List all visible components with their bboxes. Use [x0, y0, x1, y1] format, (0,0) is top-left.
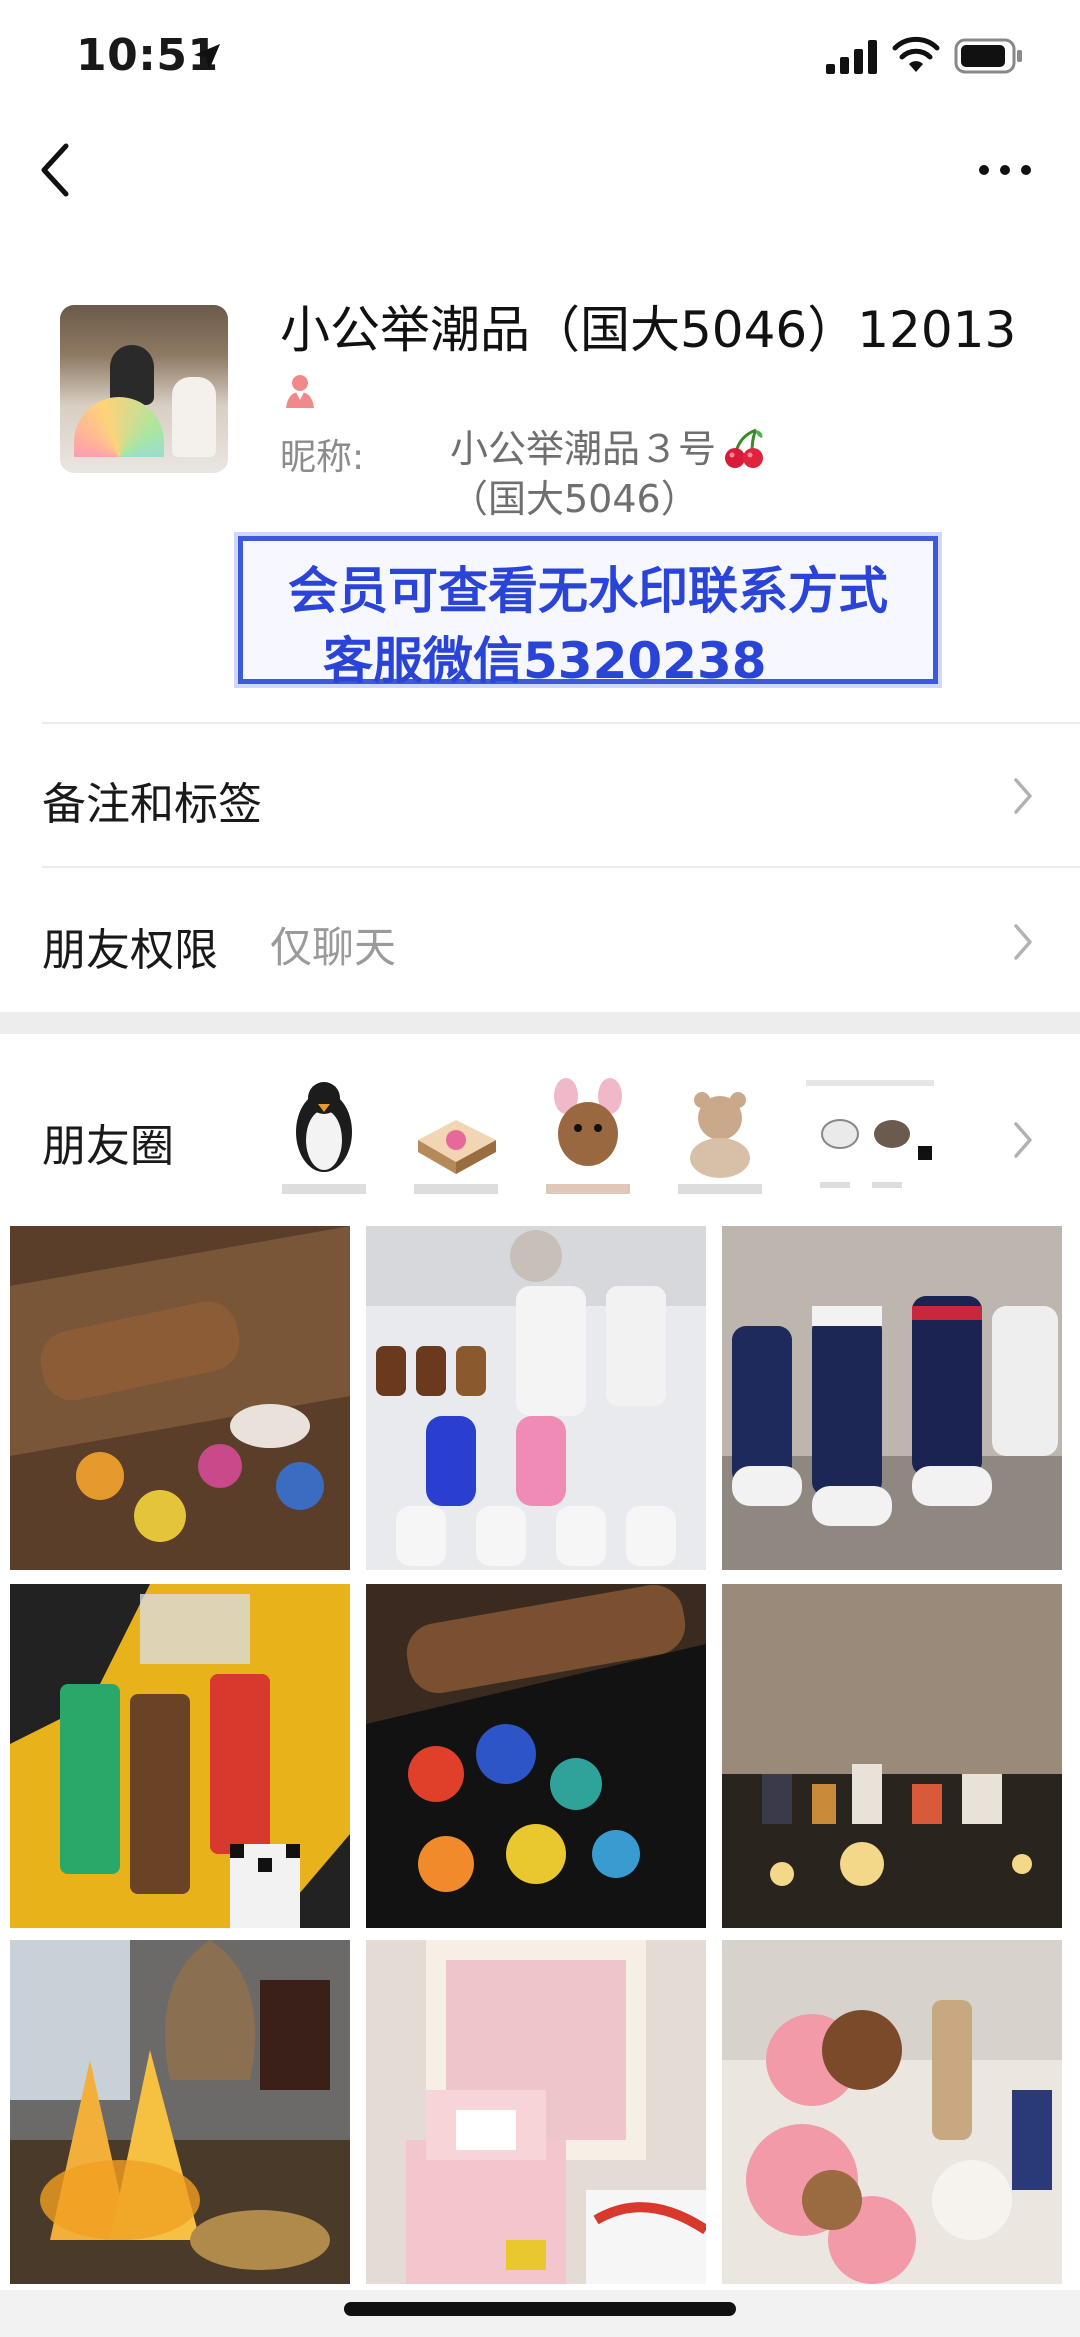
profile-name: 小公举潮品（国大5046）12013 — [280, 301, 1017, 359]
battery-icon — [954, 38, 1022, 74]
wifi-icon — [892, 36, 940, 72]
nickname-label: 昵称: — [280, 437, 365, 478]
photo-tile[interactable] — [366, 1940, 706, 2284]
photo-tile[interactable] — [366, 1584, 706, 1928]
cherry-icon — [725, 428, 764, 468]
notes-tags-label: 备注和标签 — [42, 779, 262, 830]
gender-female-icon — [286, 375, 314, 408]
moments-thumb-masks — [800, 1070, 940, 1200]
photo-tile[interactable] — [10, 1940, 350, 2284]
more-options-icon[interactable] — [978, 158, 1032, 182]
location-arrow-icon — [194, 44, 220, 70]
nickname-line2: （国大5046） — [450, 477, 699, 521]
moments-thumb-box — [404, 1070, 508, 1200]
nickname-value: 小公举潮品３号 （国大5046） — [450, 424, 766, 524]
banner-line2: 客服微信5320238 — [323, 632, 767, 690]
friend-permission-value: 仅聊天 — [270, 923, 397, 972]
photo-tile[interactable] — [722, 1584, 1062, 1928]
section-separator — [0, 1012, 1080, 1034]
watermark-banner: 会员可查看无水印联系方式 客服微信5320238 — [238, 536, 938, 690]
photo-tile[interactable] — [10, 1226, 350, 1570]
chevron-right-icon — [1014, 778, 1032, 814]
photo-tile[interactable] — [366, 1226, 706, 1570]
friend-permission-label: 朋友权限 — [42, 925, 218, 976]
moments-thumb-penguin — [272, 1070, 376, 1200]
chevron-right-icon — [1014, 1122, 1032, 1158]
photo-tile[interactable] — [722, 1226, 1062, 1570]
banner-line1: 会员可查看无水印联系方式 — [288, 562, 888, 620]
moments-thumb-mouse — [536, 1070, 640, 1200]
photo-tile[interactable] — [722, 1940, 1062, 2284]
moments-label: 朋友圈 — [42, 1121, 174, 1172]
chevron-right-icon — [1014, 924, 1032, 960]
back-icon[interactable] — [36, 140, 76, 200]
moments-thumb-bear — [668, 1070, 772, 1200]
home-indicator[interactable] — [344, 2302, 736, 2316]
avatar[interactable] — [60, 305, 228, 473]
nickname-line1: 小公举潮品３号 — [450, 427, 717, 471]
notes-tags-row[interactable]: 备注和标签 — [0, 724, 1080, 864]
photo-tile[interactable] — [10, 1584, 350, 1928]
friend-permission-row[interactable]: 朋友权限 — [0, 868, 1080, 1012]
cellular-signal-icon — [826, 40, 877, 74]
